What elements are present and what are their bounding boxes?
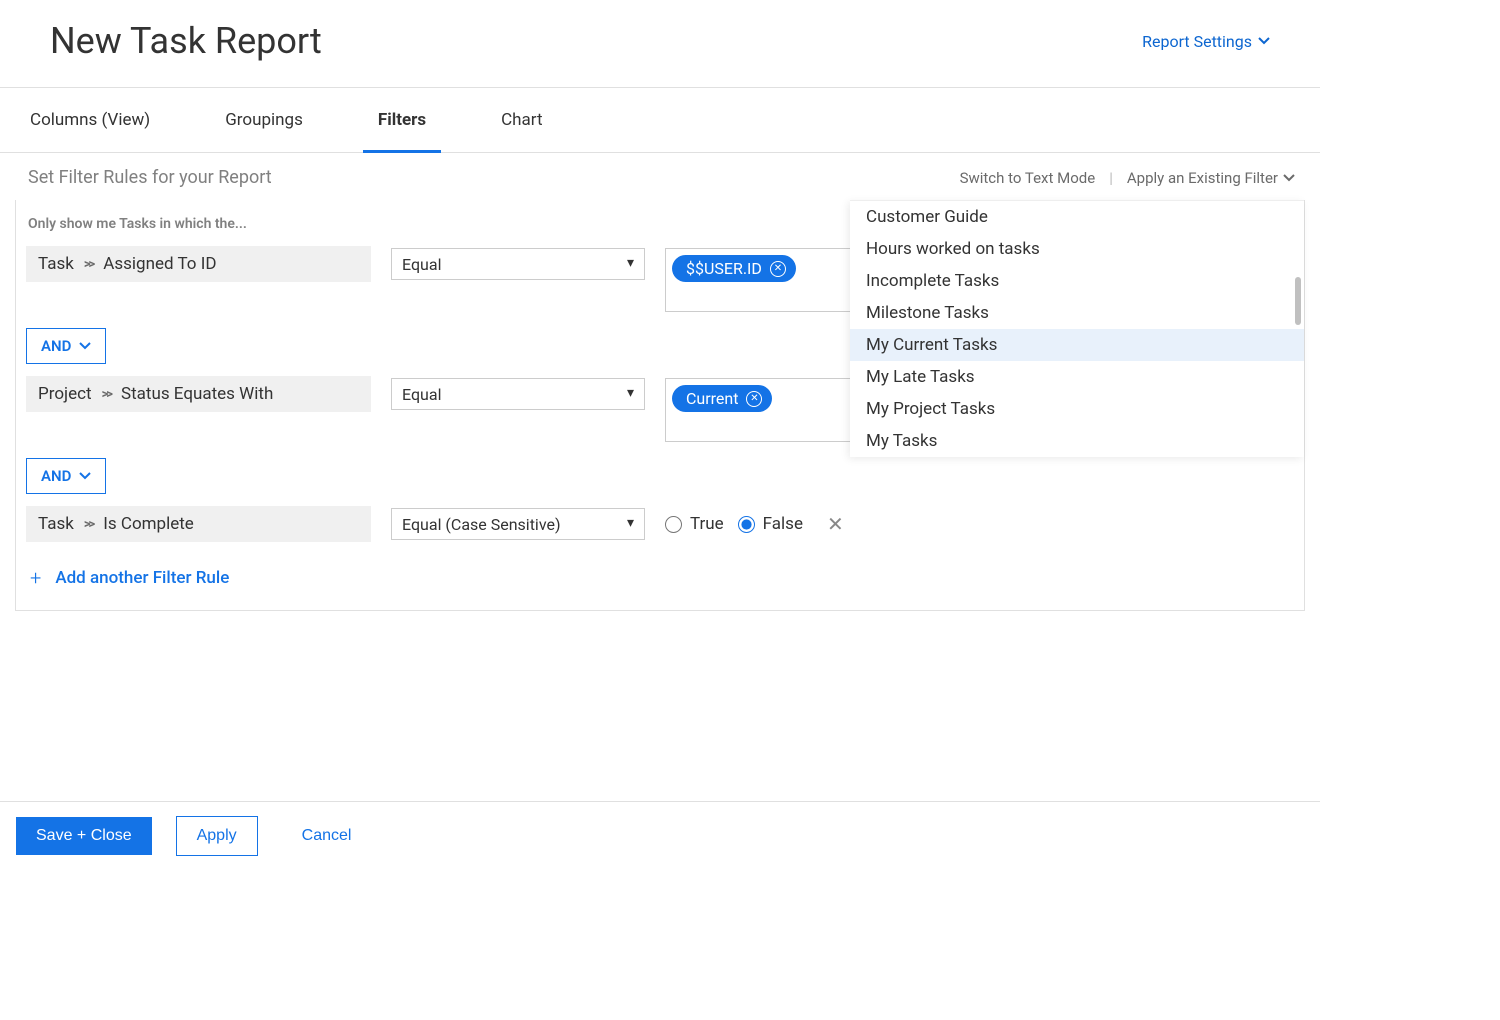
dropdown-item[interactable]: Incomplete Tasks (850, 265, 1304, 297)
existing-filter-dropdown: Customer Guide Hours worked on tasks Inc… (850, 200, 1304, 457)
chevron-down-icon: ▾ (627, 385, 634, 401)
tab-groupings[interactable]: Groupings (210, 88, 318, 152)
chevron-double-right-icon: >> (84, 517, 93, 532)
connector-label: AND (41, 337, 71, 355)
connector-label: AND (41, 467, 71, 485)
operator-value: Equal (402, 385, 441, 404)
dropdown-item[interactable]: My Current Tasks (850, 329, 1304, 361)
apply-button[interactable]: Apply (176, 816, 258, 856)
pill-text: $$USER.ID (686, 259, 762, 278)
chevron-down-icon: ▾ (627, 255, 634, 271)
field-selector[interactable]: Task >> Is Complete (26, 506, 371, 542)
radio-false[interactable] (738, 516, 755, 533)
chevron-down-icon: ▾ (627, 515, 634, 531)
report-settings-link[interactable]: Report Settings (1142, 32, 1270, 51)
field-selector[interactable]: Project >> Status Equates With (26, 376, 371, 412)
field-part: Project (38, 384, 92, 404)
remove-rule-icon[interactable]: ✕ (827, 512, 844, 536)
connector-button[interactable]: AND (26, 458, 106, 494)
operator-select[interactable]: Equal (Case Sensitive) ▾ (391, 508, 645, 540)
dropdown-item[interactable]: My Project Tasks (850, 393, 1304, 425)
value-radio-group: True False ✕ (665, 512, 844, 536)
field-part: Status Equates With (121, 384, 273, 404)
dropdown-item[interactable]: My Tasks (850, 425, 1304, 457)
tab-filters[interactable]: Filters (363, 88, 441, 152)
dropdown-item[interactable]: Customer Guide (850, 201, 1304, 233)
tab-columns[interactable]: Columns (View) (15, 88, 165, 152)
field-part: Is Complete (103, 514, 194, 534)
field-selector[interactable]: Task >> Assigned To ID (26, 246, 371, 282)
pill-text: Current (686, 389, 738, 408)
filter-rule: Task >> Is Complete Equal (Case Sensitiv… (26, 506, 1294, 542)
remove-pill-icon[interactable]: ✕ (770, 261, 786, 277)
remove-pill-icon[interactable]: ✕ (746, 391, 762, 407)
tab-chart[interactable]: Chart (486, 88, 557, 152)
field-part: Task (38, 254, 74, 274)
field-part: Assigned To ID (103, 254, 216, 274)
operator-value: Equal (Case Sensitive) (402, 515, 561, 534)
value-pill: Current ✕ (672, 385, 772, 412)
chevron-double-right-icon: >> (102, 387, 111, 402)
add-rule-label: Add another Filter Rule (55, 568, 229, 588)
save-close-button[interactable]: Save + Close (16, 817, 152, 855)
dropdown-item[interactable]: My Late Tasks (850, 361, 1304, 393)
scrollbar-thumb[interactable] (1295, 277, 1301, 325)
connector-button[interactable]: AND (26, 328, 106, 364)
cancel-button[interactable]: Cancel (282, 817, 372, 855)
dropdown-item[interactable]: Milestone Tasks (850, 297, 1304, 329)
chevron-down-icon (79, 470, 91, 482)
switch-text-mode-link[interactable]: Switch to Text Mode (960, 169, 1096, 187)
filter-panel: Only show me Tasks in which the... Task … (15, 200, 1305, 611)
filter-subtitle: Set Filter Rules for your Report (28, 167, 272, 188)
chevron-double-right-icon: >> (84, 257, 93, 272)
dropdown-item[interactable]: Hours worked on tasks (850, 233, 1304, 265)
chevron-down-icon (1283, 172, 1295, 184)
radio-false-label: False (763, 514, 803, 534)
chevron-down-icon (1258, 35, 1270, 47)
report-settings-label: Report Settings (1142, 32, 1252, 51)
operator-select[interactable]: Equal ▾ (391, 378, 645, 410)
tabs: Columns (View) Groupings Filters Chart (0, 87, 1320, 153)
subbar: Set Filter Rules for your Report Switch … (0, 153, 1320, 200)
apply-existing-label: Apply an Existing Filter (1127, 169, 1278, 187)
field-part: Task (38, 514, 74, 534)
radio-true-label: True (690, 514, 724, 534)
operator-value: Equal (402, 255, 441, 274)
value-pill: $$USER.ID ✕ (672, 255, 796, 282)
divider: | (1109, 169, 1113, 187)
apply-existing-filter-link[interactable]: Apply an Existing Filter (1127, 169, 1295, 187)
radio-true[interactable] (665, 516, 682, 533)
header: New Task Report Report Settings (0, 0, 1320, 87)
add-filter-rule-button[interactable]: + Add another Filter Rule (26, 548, 1294, 590)
footer: Save + Close Apply Cancel (0, 801, 1320, 870)
operator-select[interactable]: Equal ▾ (391, 248, 645, 280)
chevron-down-icon (79, 340, 91, 352)
page-title: New Task Report (50, 20, 322, 62)
plus-icon: + (30, 566, 41, 590)
